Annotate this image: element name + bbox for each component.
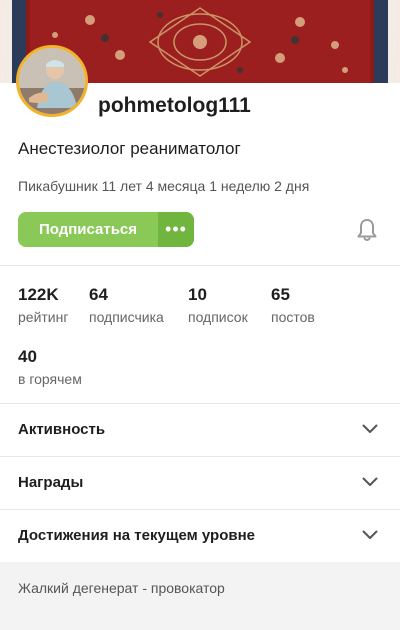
bio-text: Анестезиолог реаниматолог — [18, 139, 241, 158]
section-title: Активность — [18, 421, 106, 438]
stat-subscriptions[interactable]: 10 подписок — [188, 285, 248, 325]
stat-value: 122K — [18, 285, 59, 304]
chevron-down-icon — [362, 530, 378, 539]
subscribe-button[interactable]: Подписаться — [18, 212, 158, 247]
stat-label: подписок — [188, 309, 248, 325]
stat-value: 40 — [18, 347, 37, 366]
more-dots-icon[interactable]: ••• — [158, 212, 194, 247]
chevron-down-icon — [362, 424, 378, 433]
stat-subscribers[interactable]: 64 подписчика — [89, 285, 164, 325]
profile-note-text: Жалкий дегенерат - провокатор — [18, 580, 225, 596]
chevron-down-icon — [362, 477, 378, 486]
profile-note-panel: Жалкий дегенерат - провокатор — [0, 562, 400, 630]
stat-label: подписчика — [89, 309, 164, 325]
bell-icon[interactable] — [356, 218, 378, 242]
stat-hot[interactable]: 40 в горячем — [18, 347, 82, 387]
stat-rating[interactable]: 122K рейтинг — [18, 285, 68, 325]
username: pohmetolog111 — [98, 94, 251, 117]
stat-label: рейтинг — [18, 309, 69, 325]
stat-value: 10 — [188, 285, 207, 304]
section-title: Награды — [18, 474, 84, 491]
member-since-text: Пикабушник 11 лет 4 месяца 1 неделю 2 дн… — [18, 178, 310, 194]
avatar[interactable] — [16, 45, 88, 117]
stat-value: 65 — [271, 285, 290, 304]
stat-value: 64 — [89, 285, 108, 304]
stat-posts[interactable]: 65 постов — [271, 285, 315, 325]
section-awards[interactable]: Награды — [0, 457, 400, 509]
section-title: Достижения на текущем уровне — [18, 527, 255, 544]
section-activity[interactable]: Активность — [0, 404, 400, 456]
stat-label: постов — [271, 309, 315, 325]
divider — [0, 265, 400, 266]
stat-label: в горячем — [18, 371, 82, 387]
section-achievements[interactable]: Достижения на текущем уровне — [0, 510, 400, 562]
subscribe-button-group: Подписаться ••• — [18, 212, 194, 247]
